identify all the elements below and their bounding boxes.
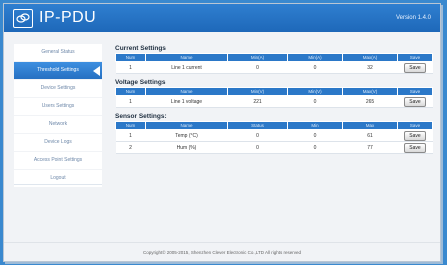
min-input[interactable]: 0 [287, 141, 343, 154]
save-button[interactable]: Save [404, 62, 426, 73]
sensor-settings-table: Num Name Status Min Max Save 1 Temp (°C)… [115, 121, 433, 154]
sidebar-item-label: Access Point Settings [33, 157, 83, 163]
table-row: 1 Line 1 voltage 221 0 265 Save [115, 95, 433, 108]
column-header: Save [397, 121, 433, 130]
name-cell: Temp (°C) [145, 129, 228, 142]
save-cell: Save [397, 61, 433, 74]
max-input[interactable]: 32 [342, 61, 398, 74]
table-header-row: Num Name Min(V) Min(V) Max(V) Save [115, 87, 433, 96]
current-settings-title: Current Settings [115, 45, 166, 52]
window-frame: IP-PDU Version 1.4.0 General Status Thre… [0, 0, 447, 265]
column-header: Name [145, 53, 228, 62]
column-header: Save [397, 53, 433, 62]
column-header: Num [115, 121, 146, 130]
min-input[interactable]: 0 [227, 61, 288, 74]
column-header: Min(A) [227, 53, 288, 62]
name-cell: Line 1 voltage [145, 95, 228, 108]
column-header: Min(A) [287, 53, 343, 62]
sidebar-item-label: Threshold Settings [37, 67, 79, 73]
sidebar-item-threshold-settings[interactable]: Threshold Settings [14, 62, 102, 79]
max-input[interactable]: 77 [342, 141, 398, 154]
sidebar-item-label: Device Logs [44, 139, 72, 145]
voltage-settings-table: Num Name Min(V) Min(V) Max(V) Save 1 Lin… [115, 87, 433, 108]
column-header: Min [287, 121, 343, 130]
table-header-row: Num Name Min(A) Min(A) Max(A) Save [115, 53, 433, 62]
table-row: 1 Line 1 current 0 0 32 Save [115, 61, 433, 74]
column-header: Name [145, 87, 228, 96]
sidebar-item-users-settings[interactable]: Users Settings [14, 98, 102, 115]
sidebar-item-device-logs[interactable]: Device Logs [14, 134, 102, 151]
status-cell: 0 [227, 129, 288, 142]
column-header: Min(V) [227, 87, 288, 96]
column-header: Save [397, 87, 433, 96]
status-cell: 0 [227, 141, 288, 154]
column-header: Max(A) [342, 53, 398, 62]
min-input[interactable]: 0 [287, 129, 343, 142]
max-input[interactable]: 265 [342, 95, 398, 108]
save-cell: Save [397, 141, 433, 154]
table-row: 2 Hum (%) 0 0 77 Save [115, 141, 433, 154]
voltage-settings-title: Voltage Settings [115, 79, 166, 86]
column-header: Min(V) [287, 87, 343, 96]
sidebar-nav: General Status Threshold Settings Device… [14, 44, 102, 244]
name-cell: Hum (%) [145, 141, 228, 154]
save-button[interactable]: Save [404, 96, 426, 107]
num-cell: 1 [115, 129, 146, 142]
sidebar-item-label: Device Settings [40, 85, 76, 91]
column-header: Num [115, 87, 146, 96]
version-label: Version 1.4.0 [395, 15, 431, 21]
logo-icon [13, 9, 33, 28]
name-cell: Line 1 current [145, 61, 228, 74]
num-cell: 1 [115, 61, 146, 74]
app-container: IP-PDU Version 1.4.0 General Status Thre… [3, 3, 441, 262]
num-cell: 2 [115, 141, 146, 154]
sidebar-item-label: Users Settings [41, 103, 75, 109]
sidebar-item-device-settings[interactable]: Device Settings [14, 80, 102, 97]
min-input[interactable]: 221 [227, 95, 288, 108]
sidebar-item-label: General Status [41, 49, 75, 55]
current-settings-table: Num Name Min(A) Min(A) Max(A) Save 1 Lin… [115, 53, 433, 74]
column-header: Max [342, 121, 398, 130]
max-input[interactable]: 61 [342, 129, 398, 142]
sidebar-item-general-status[interactable]: General Status [14, 44, 102, 61]
brand-title: IP-PDU [39, 9, 97, 26]
table-row: 1 Temp (°C) 0 0 61 Save [115, 129, 433, 142]
footer-copyright: Copyright© 2005-2015, Shenzhen Clever El… [4, 242, 440, 262]
column-header: Name [145, 121, 228, 130]
column-header: Max(V) [342, 87, 398, 96]
save-button[interactable]: Save [404, 130, 426, 141]
sensor-settings-title: Sensor Settings: [115, 113, 167, 120]
sidebar-item-access-point-settings[interactable]: Access Point Settings [14, 152, 102, 169]
column-header: Status [227, 121, 288, 130]
header-bar: IP-PDU Version 1.4.0 [4, 4, 440, 32]
main-content: Current Settings Num Name Min(A) Min(A) … [115, 40, 433, 154]
save-button[interactable]: Save [404, 142, 426, 153]
save-cell: Save [397, 95, 433, 108]
column-header: Num [115, 53, 146, 62]
min-input[interactable]: 0 [287, 95, 343, 108]
sidebar-item-label: Logout [50, 175, 66, 181]
table-header-row: Num Name Status Min Max Save [115, 121, 433, 130]
active-arrow-icon [93, 66, 100, 76]
save-cell: Save [397, 129, 433, 142]
divider [14, 184, 102, 185]
num-cell: 1 [115, 95, 146, 108]
min-input[interactable]: 0 [287, 61, 343, 74]
sidebar-item-network[interactable]: Network [14, 116, 102, 133]
sidebar-item-label: Network [48, 121, 68, 127]
